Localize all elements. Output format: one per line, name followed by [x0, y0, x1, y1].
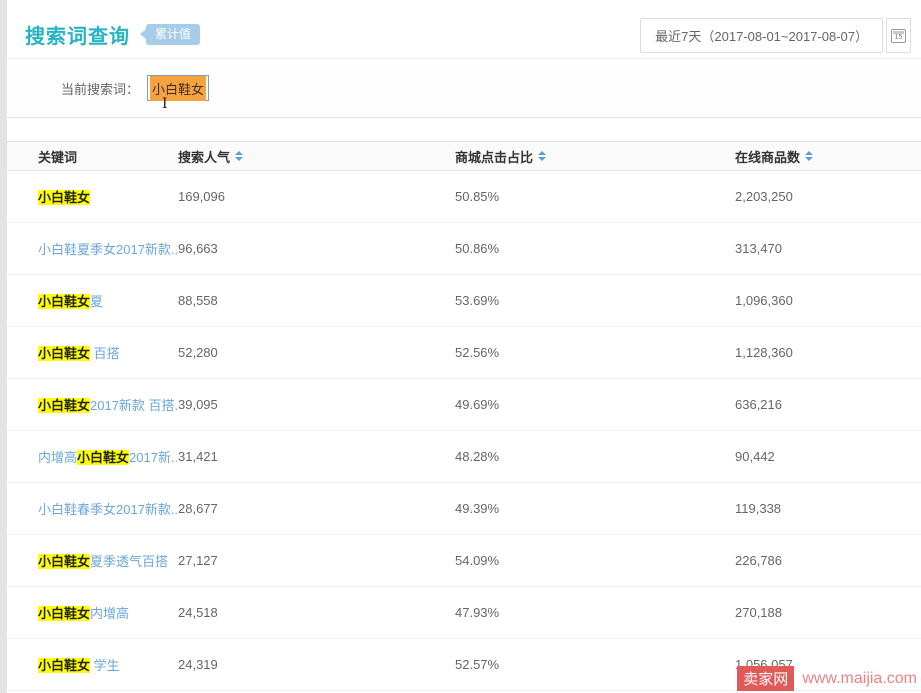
keyword-cell: 小白鞋夏季女2017新款... — [38, 239, 178, 258]
date-range-label: 最近7天（2017-08-01~2017-08-07） — [655, 26, 868, 45]
search-popularity-cell: 27,127 — [178, 553, 455, 568]
search-popularity-cell: 88,558 — [178, 293, 455, 308]
table-body: 小白鞋女 169,096 50.85% 2,203,250 小白鞋夏季女2017… — [7, 171, 921, 691]
keyword-highlighted-term: 小白鞋女 — [38, 554, 90, 569]
keyword-link-text[interactable]: 内增高 — [38, 450, 77, 465]
cumulative-value-badge: 累计值 — [146, 24, 200, 44]
sort-arrows-icon[interactable] — [235, 151, 243, 161]
online-products-cell: 636,216 — [735, 397, 921, 412]
online-products-cell: 90,442 — [735, 449, 921, 464]
search-popularity-cell: 96,663 — [178, 241, 455, 256]
keyword-cell: 小白鞋女夏 — [38, 291, 178, 310]
online-products-cell: 270,188 — [735, 605, 921, 620]
keyword-cell: 小白鞋女 — [38, 187, 178, 206]
date-range-control: 最近7天（2017-08-01~2017-08-07） 15 — [640, 18, 911, 53]
mall-click-ratio-cell: 52.56% — [455, 345, 735, 360]
keyword-highlighted-term: 小白鞋女 — [38, 346, 90, 361]
search-popularity-cell: 24,518 — [178, 605, 455, 620]
mall-click-ratio-cell: 52.57% — [455, 657, 735, 672]
current-search-word-bar: 当前搜索词： 小白鞋女 I — [7, 58, 921, 118]
table-row[interactable]: 小白鞋夏季女2017新款... 96,663 50.86% 313,470 — [7, 223, 921, 275]
online-products-cell: 2,203,250 — [735, 189, 921, 204]
left-edge-strip — [0, 0, 7, 693]
table-row[interactable]: 小白鞋女 百搭 52,280 52.56% 1,128,360 — [7, 327, 921, 379]
online-products-cell: 313,470 — [735, 241, 921, 256]
keyword-link-text[interactable]: 2017新... — [129, 450, 178, 465]
keyword-highlighted-term: 小白鞋女 — [38, 398, 90, 413]
watermark: 卖家网 www.maijia.com — [737, 666, 921, 691]
column-header-online-products[interactable]: 在线商品数 — [735, 147, 921, 166]
column-header-search-popularity[interactable]: 搜索人气 — [178, 147, 455, 166]
keyword-highlighted-term: 小白鞋女 — [38, 190, 90, 205]
search-popularity-cell: 28,677 — [178, 501, 455, 516]
mall-click-ratio-cell: 49.39% — [455, 501, 735, 516]
table-row[interactable]: 小白鞋女内增高 24,518 47.93% 270,188 — [7, 587, 921, 639]
online-products-cell: 1,096,360 — [735, 293, 921, 308]
table-row[interactable]: 小白鞋女夏季透气百搭 27,127 54.09% 226,786 — [7, 535, 921, 587]
keyword-link-text[interactable]: 小白鞋夏季女2017新款... — [38, 242, 178, 257]
search-word-input[interactable]: 小白鞋女 — [147, 75, 209, 101]
keyword-cell: 小白鞋女夏季透气百搭 — [38, 551, 178, 570]
current-search-word-label: 当前搜索词： — [61, 79, 139, 98]
keyword-link-text[interactable]: 学生 — [90, 658, 120, 673]
date-range-button[interactable]: 最近7天（2017-08-01~2017-08-07） — [640, 18, 883, 53]
online-products-cell: 226,786 — [735, 553, 921, 568]
table-row[interactable]: 小白鞋女2017新款 百搭.. 39,095 49.69% 636,216 — [7, 379, 921, 431]
keyword-cell: 小白鞋女 百搭 — [38, 343, 178, 362]
keyword-link-text[interactable]: 百搭 — [90, 346, 120, 361]
keyword-table: 关键词 搜索人气 商城点击占比 在线商品数 小白鞋女 169,096 50.85… — [7, 141, 921, 691]
mall-click-ratio-cell: 49.69% — [455, 397, 735, 412]
keyword-highlighted-term: 小白鞋女 — [77, 450, 129, 465]
keyword-cell: 小白鞋女2017新款 百搭.. — [38, 395, 178, 414]
keyword-highlighted-term: 小白鞋女 — [38, 294, 90, 309]
topbar: 搜索词查询 累计值 最近7天（2017-08-01~2017-08-07） 15 — [7, 0, 921, 58]
search-term-query-page: 搜索词查询 累计值 最近7天（2017-08-01~2017-08-07） 15… — [7, 0, 921, 693]
search-popularity-cell: 24,319 — [178, 657, 455, 672]
table-row[interactable]: 小白鞋春季女2017新款... 28,677 49.39% 119,338 — [7, 483, 921, 535]
sort-arrows-icon[interactable] — [805, 151, 813, 161]
mall-click-ratio-cell: 50.86% — [455, 241, 735, 256]
mall-click-ratio-cell: 54.09% — [455, 553, 735, 568]
keyword-cell: 小白鞋春季女2017新款... — [38, 499, 178, 518]
mall-click-ratio-cell: 47.93% — [455, 605, 735, 620]
search-popularity-cell: 52,280 — [178, 345, 455, 360]
search-popularity-cell: 39,095 — [178, 397, 455, 412]
title-wrap: 搜索词查询 累计值 — [25, 20, 200, 49]
sort-arrows-icon[interactable] — [538, 151, 546, 161]
mall-click-ratio-cell: 50.85% — [455, 189, 735, 204]
page-title: 搜索词查询 — [25, 20, 130, 49]
keyword-link-text[interactable]: 夏季透气百搭 — [90, 554, 168, 569]
keyword-link-text[interactable]: 2017新款 百搭.. — [90, 398, 178, 413]
keyword-link-text[interactable]: 小白鞋春季女2017新款... — [38, 502, 178, 517]
text-cursor-icon: I — [162, 97, 168, 111]
search-popularity-cell: 31,421 — [178, 449, 455, 464]
search-word-selected-text: 小白鞋女 — [150, 76, 206, 101]
online-products-cell: 119,338 — [735, 501, 921, 516]
table-row[interactable]: 内增高小白鞋女2017新... 31,421 48.28% 90,442 — [7, 431, 921, 483]
mall-click-ratio-cell: 48.28% — [455, 449, 735, 464]
column-header-mall-click-ratio[interactable]: 商城点击占比 — [455, 147, 735, 166]
keyword-link-text[interactable]: 夏 — [90, 294, 103, 309]
watermark-brand-badge: 卖家网 — [737, 666, 794, 691]
keyword-link-text[interactable]: 内增高 — [90, 606, 129, 621]
mall-click-ratio-cell: 53.69% — [455, 293, 735, 308]
keyword-cell: 小白鞋女 学生 — [38, 655, 178, 674]
keyword-highlighted-term: 小白鞋女 — [38, 658, 90, 673]
keyword-highlighted-term: 小白鞋女 — [38, 606, 90, 621]
column-header-keyword: 关键词 — [38, 147, 178, 166]
calendar-icon: 15 — [891, 29, 906, 43]
online-products-cell: 1,128,360 — [735, 345, 921, 360]
table-header-row: 关键词 搜索人气 商城点击占比 在线商品数 — [7, 141, 921, 171]
search-popularity-cell: 169,096 — [178, 189, 455, 204]
table-row[interactable]: 小白鞋女夏 88,558 53.69% 1,096,360 — [7, 275, 921, 327]
table-row[interactable]: 小白鞋女 169,096 50.85% 2,203,250 — [7, 171, 921, 223]
watermark-site-url: www.maijia.com — [802, 670, 917, 688]
keyword-cell: 小白鞋女内增高 — [38, 603, 178, 622]
calendar-button[interactable]: 15 — [886, 18, 911, 53]
keyword-cell: 内增高小白鞋女2017新... — [38, 447, 178, 466]
